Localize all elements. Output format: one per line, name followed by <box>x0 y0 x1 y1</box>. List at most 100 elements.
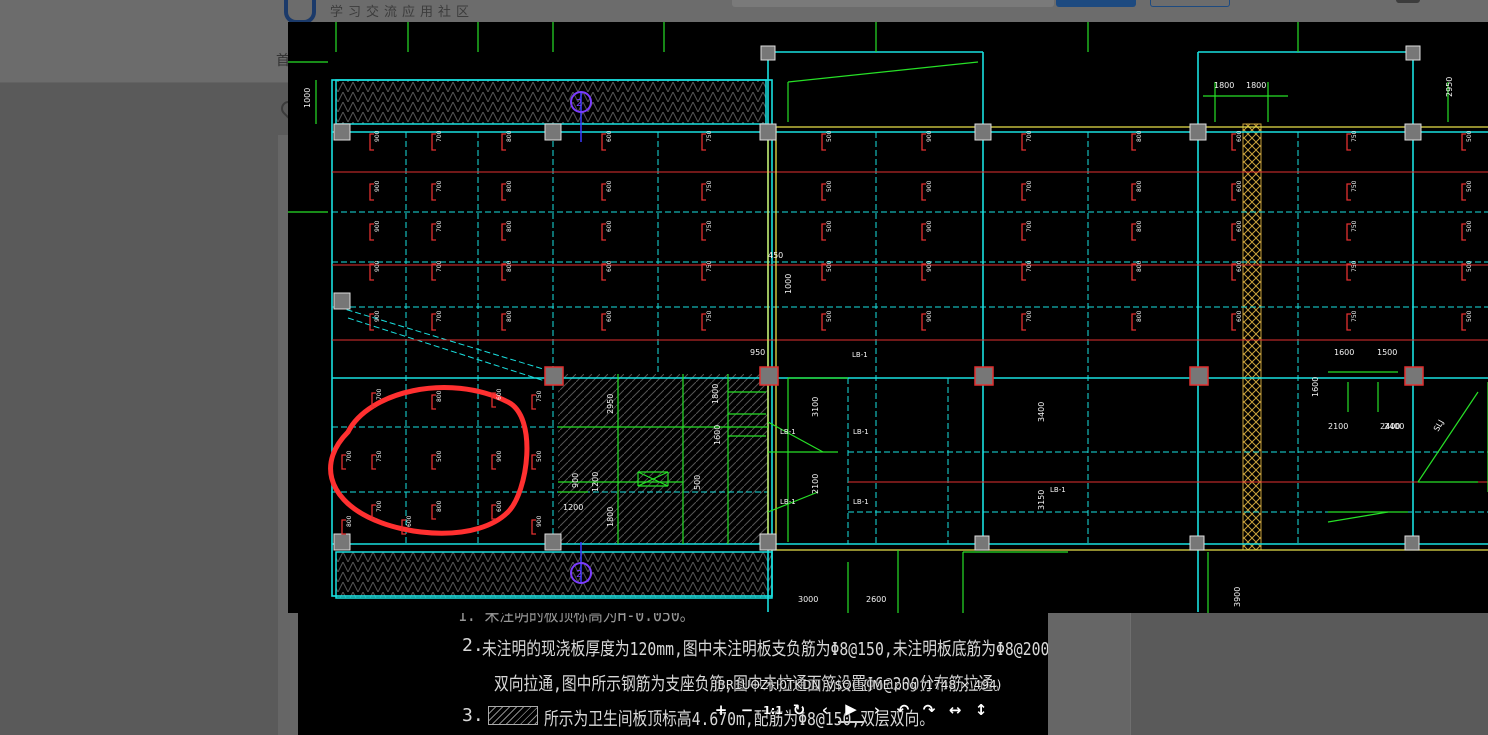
zoom-out-button[interactable]: − <box>734 697 760 723</box>
dimension-label: 2 <box>576 569 582 580</box>
rotate-right-button[interactable]: ↷ <box>916 697 942 723</box>
site-user-icon[interactable] <box>1396 0 1420 3</box>
rebar-mark: 750 <box>1346 220 1358 241</box>
rebar-mark: 900 <box>921 220 933 241</box>
rebar-label: 700 <box>436 220 443 232</box>
rebar-mark: 600 <box>601 220 613 241</box>
rebar-mark: 600 <box>601 310 613 331</box>
rebar-marks: 900 700 800 600 750 500 900 700 800 600 750 500 900 7… <box>341 130 1473 535</box>
rebar-label: 750 <box>706 130 713 142</box>
play-button[interactable]: ▶ <box>838 697 864 723</box>
rebar-label: 800 <box>346 515 353 527</box>
rebar-mark: 500 <box>1461 130 1473 151</box>
rebar-mark: 750 <box>1346 310 1358 331</box>
rebar-mark: 900 <box>921 180 933 201</box>
rebar-mark: 800 <box>341 515 353 535</box>
rebar-mark: 500 <box>1461 180 1473 201</box>
rebar-mark: 750 <box>1346 180 1358 201</box>
rebar-label: 800 <box>1136 310 1143 322</box>
dimension-label: 3000 <box>798 595 818 604</box>
site-search-input[interactable] <box>732 0 1054 7</box>
chevron-left-icon: ‹ <box>821 701 829 719</box>
rebar-label: 700 <box>436 130 443 142</box>
dimension-label: 2950 <box>1445 77 1454 97</box>
rebar-label: 800 <box>506 310 513 322</box>
rebar-label: 700 <box>376 500 383 512</box>
rebar-label: 500 <box>826 220 833 232</box>
site-login-button[interactable] <box>1150 0 1230 7</box>
flip-vertical-icon: ↕ <box>974 701 988 719</box>
rebar-label: 500 <box>436 450 443 462</box>
rebar-mark: 500 <box>531 450 543 470</box>
dimension-label: 1600 <box>1334 348 1354 357</box>
rebar-mark: 700 <box>431 220 443 241</box>
flip-horizontal-button[interactable]: ↔ <box>942 697 968 723</box>
rebar-label: 800 <box>1136 260 1143 272</box>
rebar-mark: 700 <box>431 180 443 201</box>
rebar-label: 750 <box>1351 130 1358 142</box>
rebar-label: 800 <box>436 500 443 512</box>
rebar-label: 600 <box>1236 310 1243 322</box>
rebar-label: 750 <box>706 220 713 232</box>
dimension-label: 2100 <box>811 474 820 494</box>
rotate-left-button[interactable]: ↶ <box>890 697 916 723</box>
rebar-label: 900 <box>374 180 381 192</box>
rebar-label: 800 <box>436 390 443 402</box>
dimension-label: 2100 <box>1328 422 1348 431</box>
note-line-1: 1. 未注明的板顶标高为H-0.050。 <box>458 613 695 626</box>
dimension-label: 500 <box>693 475 702 490</box>
site-search-button[interactable] <box>1056 0 1136 7</box>
rebar-label: 700 <box>1026 130 1033 142</box>
rebar-mark: 900 <box>921 260 933 281</box>
rebar-mark: 500 <box>821 220 833 241</box>
dimension-label: 1800 <box>1246 81 1266 90</box>
rebar-mark: 800 <box>1131 310 1143 331</box>
rebar-label: 600 <box>606 180 613 192</box>
zoom-in-button[interactable]: + <box>708 697 734 723</box>
cad-structural-drawing[interactable]: 900 700 800 600 750 500 900 700 800 600 750 500 900 7… <box>288 22 1488 613</box>
rebar-label: 500 <box>536 450 543 462</box>
rebar-mark: 900 <box>369 130 381 151</box>
rebar-mark: 800 <box>1131 180 1143 201</box>
dimension-label: LB-1 <box>853 498 869 506</box>
rebar-mark: 800 <box>501 220 513 241</box>
rebar-label: 800 <box>506 220 513 232</box>
dimension-label: SLJ <box>1432 418 1446 433</box>
minus-icon: − <box>740 701 754 719</box>
rebar-mark: 750 <box>1346 130 1358 151</box>
reset-button[interactable]: ↻ <box>786 697 812 723</box>
dimension-label: 1800 <box>606 507 615 527</box>
site-logo-icon[interactable] <box>284 0 316 24</box>
dimension-label: 1800 <box>711 384 720 404</box>
rebar-label: 500 <box>1466 180 1473 192</box>
rebar-label: 750 <box>1351 310 1358 322</box>
dimension-label: 1000 <box>303 88 312 108</box>
viewer-toolbar: + −1:1 ↻ ‹ ▶ › ↶ ↷ ↔ ↕ <box>708 697 994 723</box>
rebar-mark: 700 <box>431 260 443 281</box>
next-button[interactable]: › <box>864 697 890 723</box>
rebar-mark: 900 <box>531 515 543 535</box>
rebar-label: 700 <box>1026 180 1033 192</box>
flip-vertical-button[interactable]: ↕ <box>968 697 994 723</box>
rebar-label: 800 <box>1136 180 1143 192</box>
rebar-label: 750 <box>1351 180 1358 192</box>
rebar-label: 500 <box>826 260 833 272</box>
hatch-legend-swatch <box>488 706 538 725</box>
dimension-label: 1000 <box>784 274 793 294</box>
rebar-mark: 750 <box>701 260 713 281</box>
rebar-mark: 800 <box>501 310 513 331</box>
rebar-mark: 500 <box>821 310 833 331</box>
dimension-label: LB-1 <box>1050 486 1066 494</box>
rebar-mark: 700 <box>371 500 383 520</box>
rebar-mark: 500 <box>1461 310 1473 331</box>
rebar-mark: 600 <box>1231 130 1243 151</box>
previous-button[interactable]: ‹ <box>812 697 838 723</box>
rebar-mark: 500 <box>821 260 833 281</box>
rebar-label: 800 <box>506 130 513 142</box>
rebar-mark: 800 <box>1131 220 1143 241</box>
actual-size-button[interactable]: 1:1 <box>760 697 786 723</box>
dimension-label: 3150 <box>1037 490 1046 510</box>
rebar-mark: 500 <box>821 180 833 201</box>
rebar-mark: 500 <box>821 130 833 151</box>
rebar-mark: 900 <box>369 220 381 241</box>
